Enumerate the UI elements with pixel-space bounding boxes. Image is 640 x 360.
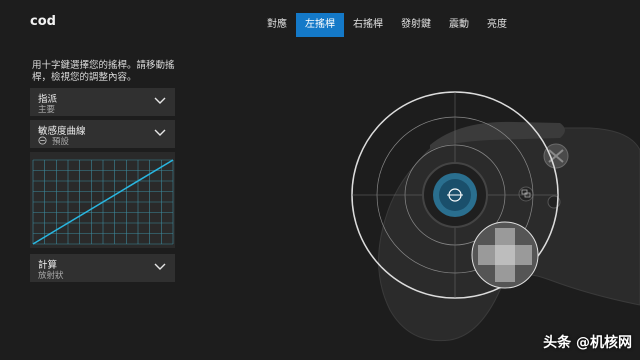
xbox-logo-icon — [543, 143, 569, 169]
controller-stick-preview — [351, 91, 640, 342]
tab-brightness[interactable]: 亮度 — [478, 13, 516, 37]
dpad-icon — [471, 221, 539, 289]
calculation-value: 放射狀 — [38, 271, 64, 281]
left-thumbstick — [422, 162, 488, 228]
sensitivity-curve-graph — [30, 152, 175, 248]
tab-vibration[interactable]: 震動 — [440, 13, 478, 37]
sensitivity-dropdown[interactable]: 敏感度曲線 預設 — [30, 120, 175, 148]
calculation-dropdown[interactable]: 計算 放射狀 — [30, 254, 175, 282]
tab-triggers[interactable]: 發射鍵 — [392, 13, 440, 37]
app-title: cod — [30, 14, 56, 29]
preset-circle-icon — [38, 136, 47, 145]
chevron-down-icon — [154, 129, 166, 136]
assign-value: 主要 — [38, 105, 56, 115]
curve-chart — [32, 159, 174, 245]
tab-right-stick[interactable]: 右搖桿 — [344, 13, 392, 37]
watermark-text: 头条 @机核网 — [543, 335, 632, 351]
instructions-text: 用十字鍵選擇您的搖桿。請移動搖桿，檢視您的調整內容。 — [32, 60, 175, 83]
tab-left-stick[interactable]: 左搖桿 — [296, 13, 344, 37]
tab-bar: 對應 左搖桿 右搖桿 發射鍵 震動 亮度 — [258, 13, 516, 37]
assign-dropdown[interactable]: 指派 主要 — [30, 88, 175, 116]
tab-mapping[interactable]: 對應 — [258, 13, 296, 37]
sensitivity-value: 預設 — [52, 137, 70, 147]
chevron-down-icon — [154, 97, 166, 104]
chevron-down-icon — [154, 263, 166, 270]
view-button-icon — [518, 186, 534, 202]
